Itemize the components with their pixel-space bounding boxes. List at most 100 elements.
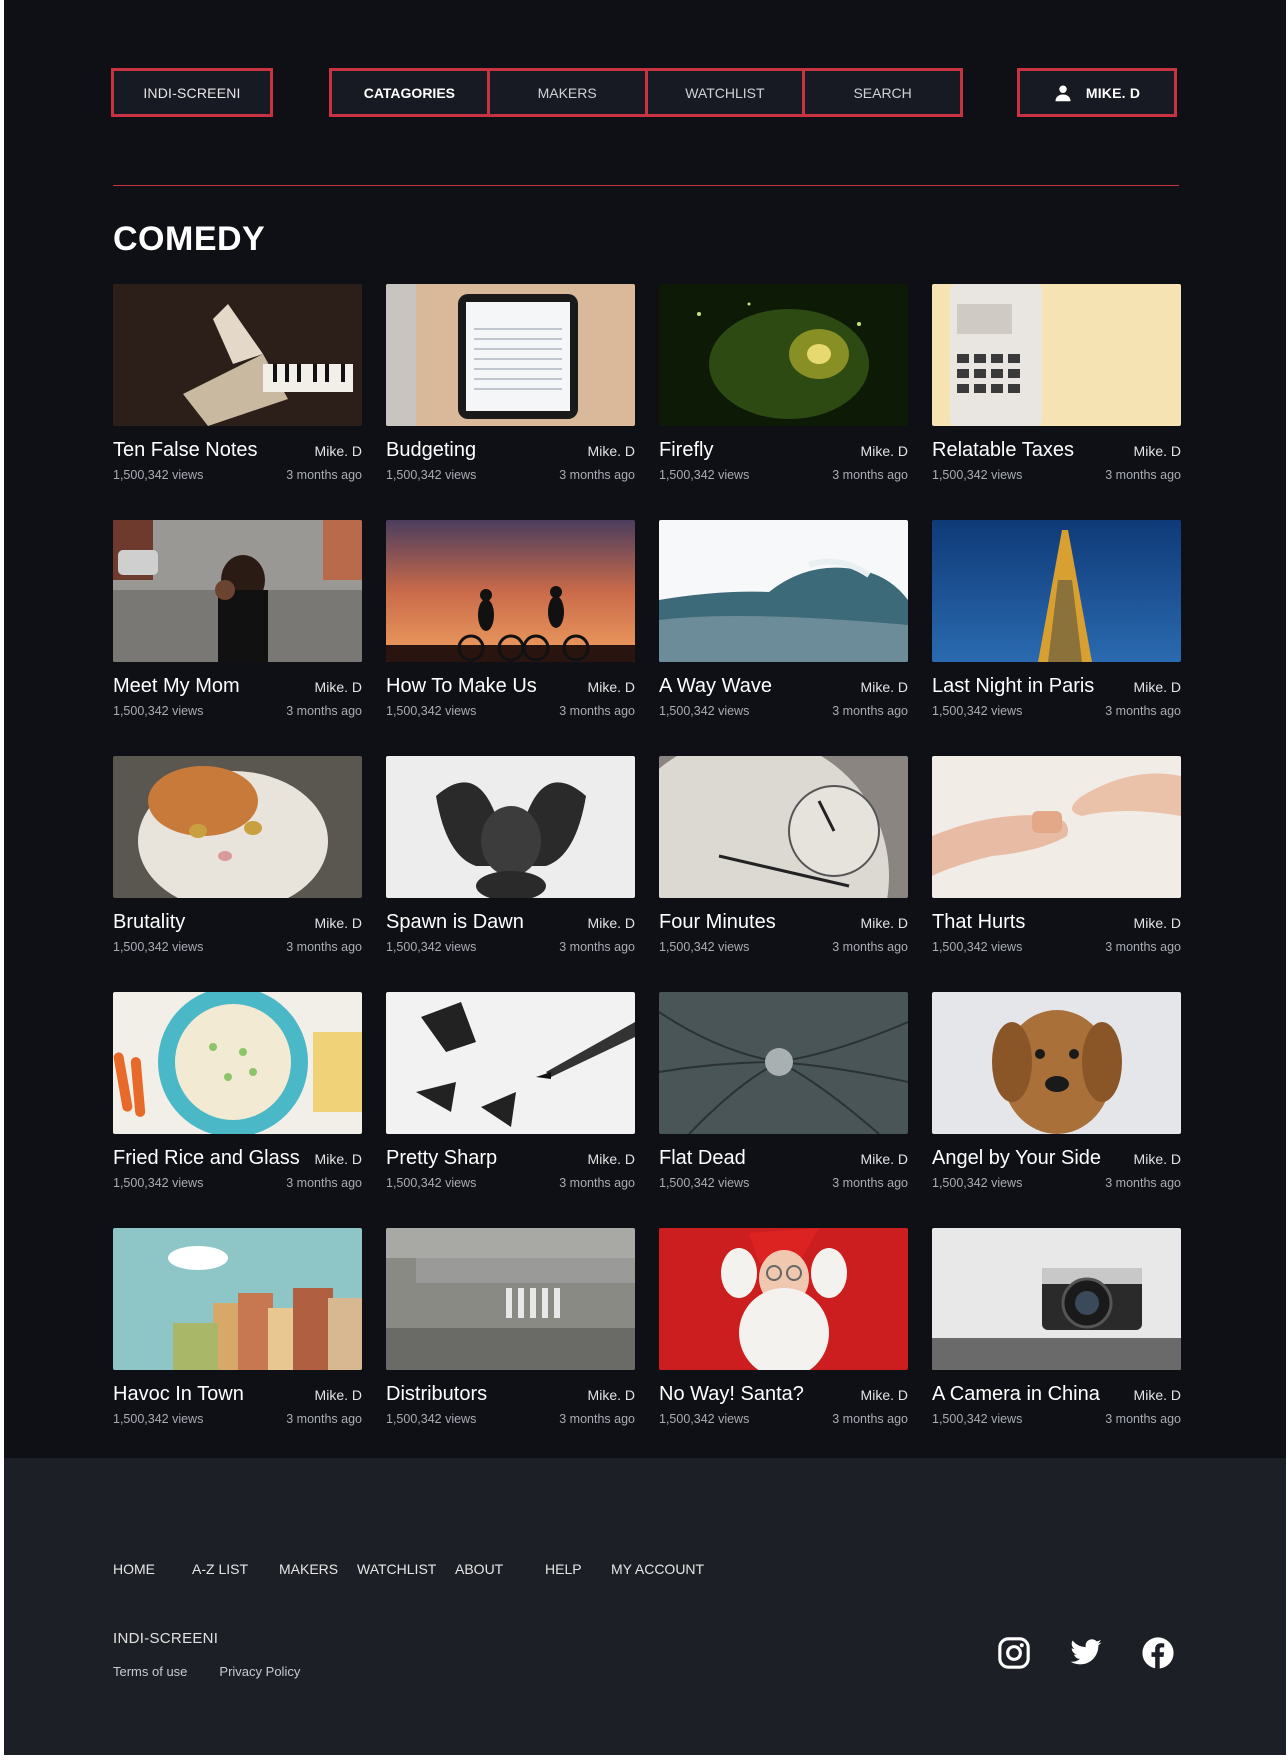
video-card[interactable]: Distributors Mike. D 1,500,342 views 3 mon… <box>386 1228 635 1464</box>
video-age: 3 months ago <box>286 468 362 482</box>
video-card[interactable]: Relatable Taxes Mike. D 1,500,342 views 3 … <box>932 284 1181 520</box>
video-age: 3 months ago <box>286 1412 362 1426</box>
video-card[interactable]: Pretty Sharp Mike. D 1,500,342 views 3 mon… <box>386 992 635 1228</box>
video-thumbnail <box>659 520 908 662</box>
instagram-icon[interactable] <box>997 1636 1031 1675</box>
video-card[interactable]: Flat Dead Mike. D 1,500,342 views 3 months… <box>659 992 908 1228</box>
nav-item-watchlist[interactable]: WATCHLIST <box>644 71 803 114</box>
footer-link-my-account[interactable]: MY ACCOUNT <box>611 1561 704 1577</box>
nav-item-categories[interactable]: CATAGORIES <box>332 71 487 114</box>
video-card[interactable]: A Camera in China Mike. D 1,500,342 views… <box>932 1228 1181 1464</box>
terms-of-use-link[interactable]: Terms of use <box>113 1664 187 1679</box>
video-views: 1,500,342 views <box>659 940 750 954</box>
user-account-button[interactable]: MIKE. D <box>1017 68 1177 117</box>
video-thumbnail <box>113 1228 362 1370</box>
brand-button[interactable]: INDI-SCREENI <box>111 68 273 117</box>
video-title: Meet My Mom <box>113 675 240 697</box>
video-views: 1,500,342 views <box>659 1176 750 1190</box>
video-title: Firefly <box>659 439 714 461</box>
video-age: 3 months ago <box>1105 1176 1181 1190</box>
video-card[interactable]: Budgeting Mike. D 1,500,342 views 3 months… <box>386 284 635 520</box>
video-card[interactable]: Spawn is Dawn Mike. D 1,500,342 views 3 mo… <box>386 756 635 992</box>
video-card[interactable]: No Way! Santa? Mike. D 1,500,342 views 3 m… <box>659 1228 908 1464</box>
footer-link-home[interactable]: HOME <box>113 1561 192 1577</box>
video-thumbnail <box>659 1228 908 1370</box>
video-thumbnail <box>932 284 1181 426</box>
footer-link-watchlist[interactable]: WATCHLIST <box>357 1561 455 1577</box>
nav-item-label: MAKERS <box>537 84 597 101</box>
video-views: 1,500,342 views <box>932 468 1023 482</box>
video-age: 3 months ago <box>559 1176 635 1190</box>
footer-link-about[interactable]: ABOUT <box>455 1561 545 1577</box>
video-card[interactable]: Angel by Your Side Mike. D 1,500,342 view… <box>932 992 1181 1228</box>
video-author: Mike. D <box>587 679 635 695</box>
video-author: Mike. D <box>587 1387 635 1403</box>
video-title: Four Minutes <box>659 911 776 933</box>
video-views: 1,500,342 views <box>932 704 1023 718</box>
video-thumbnail <box>386 992 635 1134</box>
video-author: Mike. D <box>314 1151 362 1167</box>
footer-link-makers[interactable]: MAKERS <box>279 1561 357 1577</box>
footer-link-help[interactable]: HELP <box>545 1561 611 1577</box>
header-divider <box>113 185 1179 186</box>
video-thumbnail <box>113 992 362 1134</box>
video-author: Mike. D <box>587 915 635 931</box>
video-title: Budgeting <box>386 439 477 461</box>
footer: HOME A-Z LIST MAKERS WATCHLIST ABOUT HEL… <box>4 1458 1286 1755</box>
video-grid: Ten False Notes Mike. D 1,500,342 views 3 … <box>113 284 1183 1464</box>
video-thumbnail <box>932 1228 1181 1370</box>
video-views: 1,500,342 views <box>113 1176 204 1190</box>
video-card[interactable]: Ten False Notes Mike. D 1,500,342 views 3 … <box>113 284 362 520</box>
video-views: 1,500,342 views <box>386 1176 477 1190</box>
nav-item-makers[interactable]: MAKERS <box>486 71 645 114</box>
twitter-icon[interactable] <box>1069 1636 1103 1675</box>
video-card[interactable]: Brutality Mike. D 1,500,342 views 3 months… <box>113 756 362 992</box>
video-thumbnail <box>932 520 1181 662</box>
video-views: 1,500,342 views <box>932 1412 1023 1426</box>
video-views: 1,500,342 views <box>932 1176 1023 1190</box>
video-card[interactable]: Firefly Mike. D 1,500,342 views 3 months a… <box>659 284 908 520</box>
video-thumbnail <box>659 756 908 898</box>
nav-item-label: CATAGORIES <box>363 84 455 101</box>
video-card[interactable]: Meet My Mom Mike. D 1,500,342 views 3 mont… <box>113 520 362 756</box>
video-age: 3 months ago <box>559 468 635 482</box>
video-views: 1,500,342 views <box>386 1412 477 1426</box>
video-age: 3 months ago <box>832 1176 908 1190</box>
nav-item-label: SEARCH <box>853 84 912 101</box>
social-links <box>997 1636 1175 1675</box>
video-thumbnail <box>113 756 362 898</box>
video-views: 1,500,342 views <box>386 468 477 482</box>
video-views: 1,500,342 views <box>113 704 204 718</box>
video-thumbnail <box>932 756 1181 898</box>
video-card[interactable]: Havoc In Town Mike. D 1,500,342 views 3 mo… <box>113 1228 362 1464</box>
nav-item-label: WATCHLIST <box>685 84 765 101</box>
video-age: 3 months ago <box>832 468 908 482</box>
footer-link-az-list[interactable]: A-Z LIST <box>192 1561 279 1577</box>
video-age: 3 months ago <box>832 1412 908 1426</box>
video-card[interactable]: A Way Wave Mike. D 1,500,342 views 3 month… <box>659 520 908 756</box>
video-author: Mike. D <box>860 1387 908 1403</box>
footer-brand: INDI-SCREENI <box>113 1630 219 1647</box>
user-icon <box>1055 85 1071 101</box>
video-card[interactable]: Four Minutes Mike. D 1,500,342 views 3 mon… <box>659 756 908 992</box>
video-age: 3 months ago <box>286 940 362 954</box>
video-thumbnail <box>659 992 908 1134</box>
video-age: 3 months ago <box>1105 468 1181 482</box>
video-card[interactable]: That Hurts Mike. D 1,500,342 views 3 month… <box>932 756 1181 992</box>
video-author: Mike. D <box>1133 915 1181 931</box>
video-age: 3 months ago <box>1105 704 1181 718</box>
video-card[interactable]: Fried Rice and Glass Mike. D 1,500,342 vi… <box>113 992 362 1228</box>
video-thumbnail <box>386 520 635 662</box>
page: INDI-SCREENI CATAGORIES MAKERS WATCHLIST… <box>4 0 1286 1755</box>
video-thumbnail <box>386 1228 635 1370</box>
video-title: Relatable Taxes <box>932 439 1074 461</box>
privacy-policy-link[interactable]: Privacy Policy <box>219 1664 300 1679</box>
video-thumbnail <box>113 284 362 426</box>
video-card[interactable]: Last Night in Paris Mike. D 1,500,342 vie… <box>932 520 1181 756</box>
video-author: Mike. D <box>587 1151 635 1167</box>
facebook-icon[interactable] <box>1141 1636 1175 1675</box>
video-author: Mike. D <box>1133 1387 1181 1403</box>
video-author: Mike. D <box>314 1387 362 1403</box>
nav-item-search[interactable]: SEARCH <box>802 71 960 114</box>
video-card[interactable]: How To Make Us Mike. D 1,500,342 views 3 m… <box>386 520 635 756</box>
